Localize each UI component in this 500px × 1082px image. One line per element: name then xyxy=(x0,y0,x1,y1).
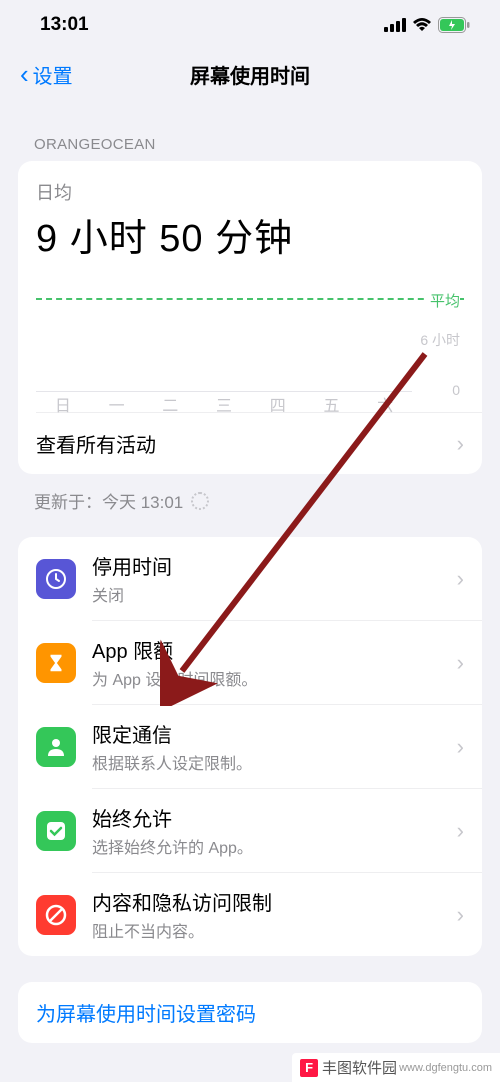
chevron-right-icon: › xyxy=(457,650,464,676)
nosign-icon xyxy=(36,895,76,935)
avg-label: 日均 xyxy=(36,179,464,205)
row-subtitle: 根据联系人设定限制。 xyxy=(92,750,457,774)
settings-row-clock[interactable]: 停用时间关闭› xyxy=(18,537,482,620)
status-time: 13:01 xyxy=(40,14,89,36)
spinner-icon xyxy=(191,492,209,510)
person-icon xyxy=(36,727,76,767)
row-subtitle: 关闭 xyxy=(92,582,457,606)
updated-label: 更新于：今天 13:01 xyxy=(34,488,183,513)
clock-icon xyxy=(36,559,76,599)
chevron-right-icon: › xyxy=(457,566,464,592)
watermark-name: 丰图软件园 xyxy=(322,1057,397,1078)
row-title: 内容和隐私访问限制 xyxy=(92,887,457,916)
nav-bar: ‹ 设置 屏幕使用时间 xyxy=(0,50,500,106)
usage-chart: 平均 6 小时 0 日一二三四五六 xyxy=(36,282,464,412)
settings-row-nosign[interactable]: 内容和隐私访问限制阻止不当内容。› xyxy=(18,873,482,956)
watermark: F 丰图软件园 www.dgfengtu.com xyxy=(292,1053,500,1082)
average-line xyxy=(36,298,464,300)
status-bar: 13:01 xyxy=(0,0,500,50)
settings-row-check[interactable]: 始终允许选择始终允许的 App。› xyxy=(18,789,482,872)
chevron-right-icon: › xyxy=(457,902,464,928)
row-title: 停用时间 xyxy=(92,551,457,580)
row-subtitle: 选择始终允许的 App。 xyxy=(92,834,457,858)
settings-row-hourglass[interactable]: App 限额为 App 设置时间限额。› xyxy=(18,621,482,704)
updated-row: 更新于：今天 13:01 xyxy=(0,474,500,531)
chevron-right-icon: › xyxy=(457,431,464,457)
set-passcode-row[interactable]: 为屏幕使用时间设置密码 xyxy=(18,982,482,1043)
back-button[interactable]: ‹ 设置 xyxy=(20,59,73,90)
battery-charging-icon xyxy=(438,17,470,33)
summary-card: 日均 9 小时 50 分钟 平均 6 小时 0 日一二三四五六 查看所有活动 › xyxy=(18,161,482,474)
chevron-right-icon: › xyxy=(457,734,464,760)
hourglass-icon xyxy=(36,643,76,683)
row-subtitle: 阻止不当内容。 xyxy=(92,918,457,942)
status-icons xyxy=(384,17,470,33)
settings-list: 停用时间关闭›App 限额为 App 设置时间限额。›限定通信根据联系人设定限制… xyxy=(18,537,482,956)
chevron-left-icon: ‹ xyxy=(20,59,29,90)
wifi-icon xyxy=(412,18,432,32)
row-subtitle: 为 App 设置时间限额。 xyxy=(92,666,457,690)
row-title: App 限额 xyxy=(92,635,457,664)
cellular-icon xyxy=(384,18,406,32)
see-all-activity-row[interactable]: 查看所有活动 › xyxy=(18,413,482,474)
see-all-label: 查看所有活动 xyxy=(36,429,457,458)
avg-value: 9 小时 50 分钟 xyxy=(36,207,464,262)
row-title: 限定通信 xyxy=(92,719,457,748)
section-header: ORANGEOCEAN xyxy=(0,106,500,161)
watermark-logo-icon: F xyxy=(300,1059,318,1077)
y-tick-6: 6 小时 xyxy=(420,330,460,350)
row-title: 始终允许 xyxy=(92,803,457,832)
watermark-url: www.dgfengtu.com xyxy=(399,1062,492,1074)
y-tick-0: 0 xyxy=(452,382,460,398)
back-label: 设置 xyxy=(33,60,73,89)
check-icon xyxy=(36,811,76,851)
average-line-label: 平均 xyxy=(426,290,460,311)
chevron-right-icon: › xyxy=(457,818,464,844)
page-title: 屏幕使用时间 xyxy=(190,60,310,89)
chart-block[interactable]: 日均 9 小时 50 分钟 平均 6 小时 0 日一二三四五六 xyxy=(18,161,482,412)
settings-row-person[interactable]: 限定通信根据联系人设定限制。› xyxy=(18,705,482,788)
set-passcode-label: 为屏幕使用时间设置密码 xyxy=(36,1004,256,1026)
